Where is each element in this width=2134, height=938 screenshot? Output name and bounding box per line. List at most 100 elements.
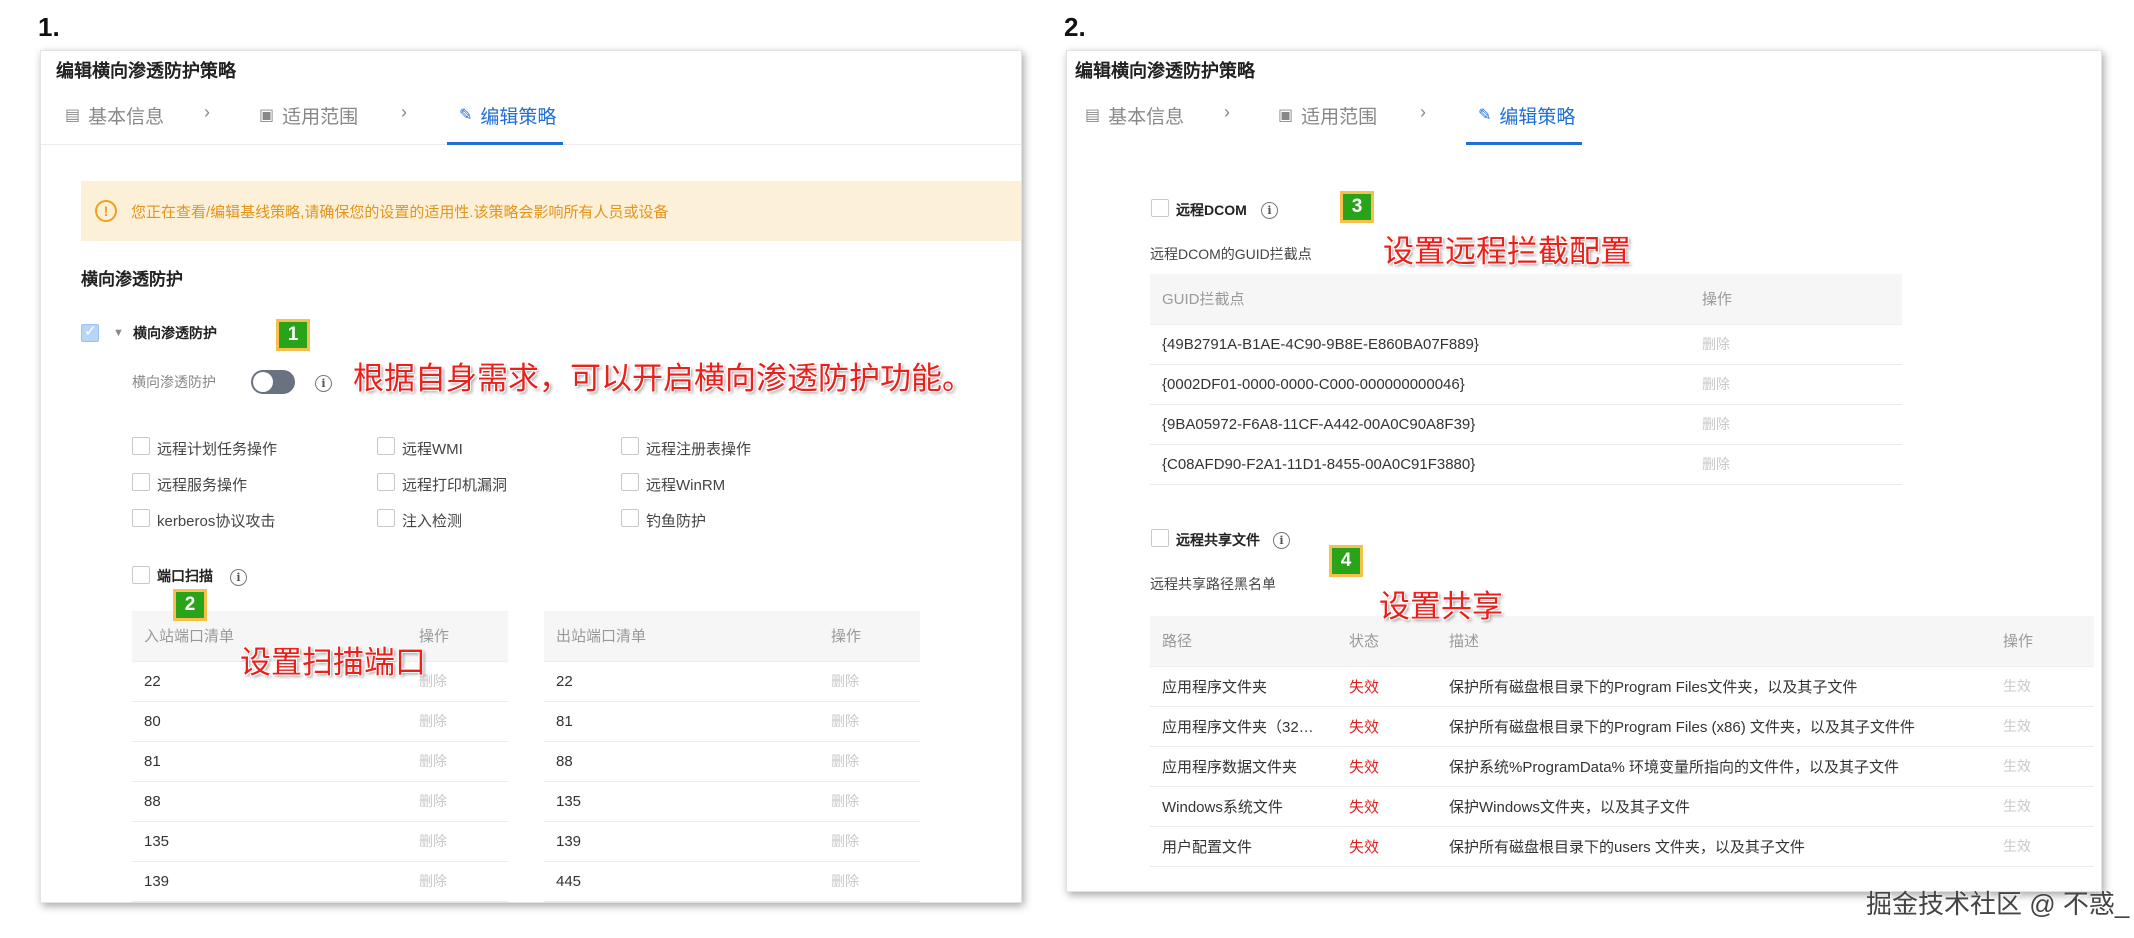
right-screenshot-panel: 编辑横向渗透防护策略 ▤ 基本信息 › ▣ 适用范围 › ✎ 编辑策略 远程DC… (1066, 50, 2102, 892)
annotation-text: 设置扫描端口 (240, 645, 426, 681)
desc-cell: 保护所有磁盘根目录下的Program Files (x86) 文件夹，以及其子文… (1437, 706, 1991, 747)
delete-link[interactable]: 删除 (407, 821, 508, 862)
column-header: 操作 (1991, 616, 2094, 667)
activate-link[interactable]: 生效 (1991, 746, 2094, 787)
share-subtitle: 远程共享路径黑名单 (1150, 576, 1276, 592)
delete-link[interactable]: 删除 (819, 741, 920, 782)
option-label: 远程注册表操作 (646, 441, 752, 458)
path-cell: 应用程序文件夹（32… (1150, 706, 1337, 747)
activate-link[interactable]: 生效 (1991, 826, 2094, 867)
column-header: 描述 (1437, 616, 1991, 667)
port-cell: 81 (544, 701, 819, 742)
delete-link[interactable]: 删除 (1690, 444, 1902, 485)
table-row: 445 删除 (544, 861, 920, 902)
activate-link[interactable]: 生效 (1991, 706, 2094, 747)
table-row: 88 删除 (132, 781, 508, 822)
delete-link[interactable]: 删除 (819, 661, 920, 702)
step-label: 适用范围 (1301, 106, 1378, 128)
port-scan-checkbox[interactable] (132, 566, 150, 584)
step-scope[interactable]: ▣ 适用范围 (259, 85, 358, 145)
option-checkbox[interactable] (132, 473, 150, 491)
group-label: 横向渗透防护 (133, 325, 217, 341)
step-basic-info[interactable]: ▤ 基本信息 (65, 85, 164, 145)
section-label-1: 1. (38, 12, 60, 42)
port-cell: 22 (544, 661, 819, 702)
option-checkbox[interactable] (621, 473, 639, 491)
delete-link[interactable]: 删除 (407, 781, 508, 822)
table-row: 139 删除 (132, 861, 508, 902)
path-cell: Windows系统文件 (1150, 786, 1337, 827)
step-badge: 2 (173, 589, 207, 621)
port-cell: 81 (132, 741, 407, 782)
activate-link[interactable]: 生效 (1991, 666, 2094, 707)
column-header: GUID拦截点 (1150, 274, 1690, 325)
warning-icon: ! (95, 200, 117, 222)
guid-cell: {9BA05972-F6A8-11CF-A442-00A0C90A8F39} (1150, 404, 1690, 445)
step-label: 基本信息 (88, 106, 165, 128)
delete-link[interactable]: 删除 (819, 781, 920, 822)
delete-link[interactable]: 删除 (1690, 324, 1902, 365)
option-checkbox[interactable] (377, 437, 395, 455)
outbound-port-table: 出站端口清单 操作 22 删除 81 删除 88 删除 135 删除 139 删除 445… (544, 611, 920, 902)
delete-link[interactable]: 删除 (819, 701, 920, 742)
option-checkbox[interactable] (621, 509, 639, 527)
delete-link[interactable]: 删除 (407, 861, 508, 902)
section-title: 横向渗透防护 (81, 270, 183, 289)
table-row: 81 删除 (544, 701, 920, 742)
table-row: 应用程序文件夹 失效 保护所有磁盘根目录下的Program Files文件夹，以及其… (1150, 666, 2094, 707)
annotation-text: 设置远程拦截配置 (1383, 234, 1631, 270)
option-checkbox[interactable] (132, 509, 150, 527)
delete-link[interactable]: 删除 (1690, 404, 1902, 445)
info-icon[interactable]: i (1273, 532, 1290, 549)
option-checkbox[interactable] (377, 473, 395, 491)
info-icon[interactable]: i (315, 375, 332, 392)
port-cell: 139 (544, 821, 819, 862)
steps-bar: ▤ 基本信息 › ▣ 适用范围 › ✎ 编辑策略 (1067, 85, 2101, 145)
table-row: 应用程序数据文件夹 失效 保护系统%ProgramData% 环境变量所指向的文件件… (1150, 746, 2094, 787)
port-cell: 80 (132, 701, 407, 742)
step-label: 适用范围 (282, 106, 359, 128)
edit-icon: ✎ (1478, 107, 1492, 124)
table-row: 81 删除 (132, 741, 508, 782)
step-edit-policy[interactable]: ✎ 编辑策略 (1478, 85, 1575, 145)
delete-link[interactable]: 删除 (819, 821, 920, 862)
share-checkbox[interactable] (1151, 529, 1169, 547)
form-icon: ▤ (1085, 107, 1101, 124)
chevron-right-icon: › (1420, 102, 1426, 122)
dcom-checkbox[interactable] (1151, 199, 1169, 217)
option-label: 远程WMI (402, 441, 463, 458)
option-checkbox[interactable] (132, 437, 150, 455)
dcom-label: 远程DCOM (1176, 202, 1247, 218)
table-row: 135 删除 (132, 821, 508, 862)
port-cell: 135 (132, 821, 407, 862)
option-label: 远程计划任务操作 (157, 441, 278, 458)
notice-text: 您正在查看/编辑基线策略,请确保您的设置的适用性.该策略会影响所有人员或设备 (131, 203, 669, 221)
step-scope[interactable]: ▣ 适用范围 (1278, 85, 1377, 145)
lateral-protection-checkbox[interactable] (81, 322, 99, 342)
step-basic-info[interactable]: ▤ 基本信息 (1085, 85, 1184, 145)
desc-cell: 保护系统%ProgramData% 环境变量所指向的文件件，以及其子文件 (1437, 746, 1991, 787)
scope-icon: ▣ (1278, 107, 1294, 124)
lateral-protection-toggle[interactable] (251, 370, 295, 394)
status-cell: 失效 (1337, 666, 1437, 707)
delete-link[interactable]: 删除 (1690, 364, 1902, 405)
edit-icon: ✎ (459, 107, 473, 124)
option-checkbox[interactable] (621, 437, 639, 455)
info-icon[interactable]: i (1261, 202, 1278, 219)
delete-link[interactable]: 删除 (407, 701, 508, 742)
left-screenshot-panel: 编辑横向渗透防护策略 ▤ 基本信息 › ▣ 适用范围 › ✎ 编辑策略 ! 您正… (40, 50, 1022, 903)
share-label: 远程共享文件 (1176, 532, 1260, 548)
column-header: 操作 (819, 611, 920, 662)
option-checkbox[interactable] (377, 509, 395, 527)
active-step-underline (447, 142, 563, 145)
delete-link[interactable]: 删除 (407, 741, 508, 782)
table-row: Windows系统文件 失效 保护Windows文件夹，以及其子文件 生效 (1150, 786, 2094, 827)
caret-down-icon[interactable]: ▼ (113, 327, 124, 339)
chevron-right-icon: › (204, 102, 210, 122)
desc-cell: 保护所有磁盘根目录下的Program Files文件夹，以及其子文件 (1437, 666, 1991, 707)
info-icon[interactable]: i (230, 569, 247, 586)
step-edit-policy[interactable]: ✎ 编辑策略 (459, 85, 556, 145)
activate-link[interactable]: 生效 (1991, 786, 2094, 827)
active-step-underline (1466, 142, 1582, 145)
delete-link[interactable]: 删除 (819, 861, 920, 902)
